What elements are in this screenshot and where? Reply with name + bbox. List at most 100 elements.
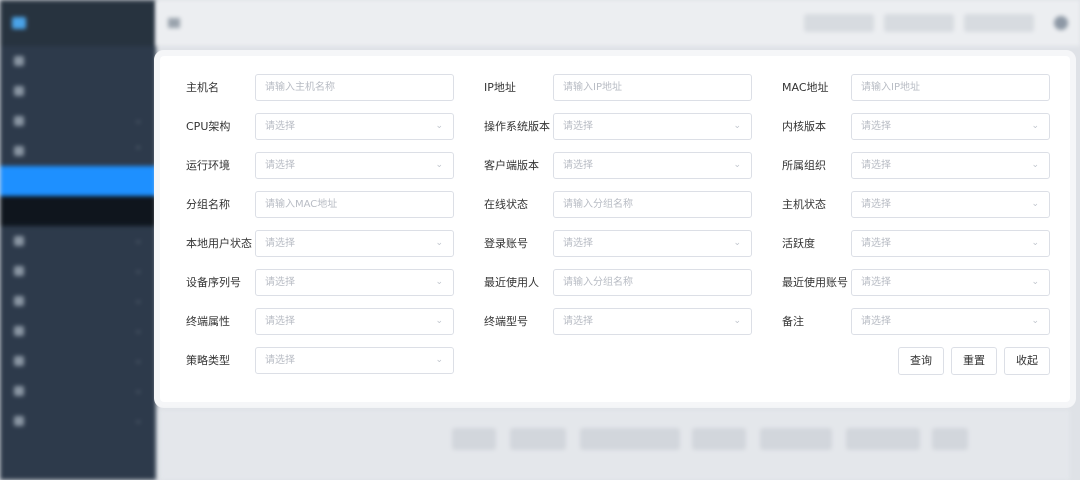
chevron-down-icon: ⌄ — [134, 386, 142, 396]
form-field: 内核版本 请选择 ⌄ — [782, 113, 1052, 141]
field-label: 备注 — [782, 315, 804, 328]
select-dropdown[interactable]: 请选择 ⌄ — [255, 152, 454, 179]
text-input[interactable]: 请输入IP地址 — [553, 74, 752, 101]
header-dropdown[interactable] — [884, 14, 954, 32]
select-dropdown[interactable]: 请选择 ⌄ — [553, 308, 752, 335]
field-label: MAC地址 — [782, 81, 829, 94]
form-field: 所属组织 请选择 ⌄ — [782, 152, 1052, 180]
header-dropdown[interactable] — [964, 14, 1034, 32]
placeholder-text: 请选择 — [861, 160, 891, 171]
sidebar-item[interactable]: ⌄ — [0, 376, 156, 406]
select-dropdown[interactable]: 请选择 ⌄ — [255, 308, 454, 335]
placeholder-text: 请选择 — [563, 316, 593, 327]
sidebar-item[interactable] — [0, 46, 156, 76]
header-dropdown[interactable] — [804, 14, 874, 32]
toolbar-button[interactable] — [932, 428, 968, 450]
sidebar-subitem[interactable] — [0, 196, 156, 226]
chevron-down-icon: ⌄ — [435, 238, 443, 248]
field-label: 最近使用人 — [484, 276, 539, 289]
sidebar-item[interactable]: ⌄ — [0, 256, 156, 286]
sidebar-item[interactable]: ⌄ — [0, 406, 156, 436]
table-toolbar — [160, 410, 1080, 480]
text-input[interactable]: 请输入主机名称 — [255, 74, 454, 101]
select-dropdown[interactable]: 请选择 ⌄ — [255, 113, 454, 140]
field-label: 终端属性 — [186, 315, 230, 328]
select-dropdown[interactable]: 请选择 ⌄ — [255, 269, 454, 296]
form-field: 主机状态 请选择 ⌄ — [782, 191, 1052, 219]
field-label: 设备序列号 — [186, 276, 241, 289]
sidebar-subitem-active[interactable] — [0, 166, 156, 196]
toolbar-button[interactable] — [760, 428, 832, 450]
toolbar-button[interactable] — [510, 428, 566, 450]
field-label: 本地用户状态 — [186, 237, 252, 250]
select-dropdown[interactable]: 请选择 ⌄ — [851, 269, 1050, 296]
chevron-down-icon: ⌄ — [435, 316, 443, 326]
sidebar-item[interactable]: ⌄ — [0, 106, 156, 136]
select-dropdown[interactable]: 请选择 ⌄ — [553, 230, 752, 257]
sidebar-item[interactable]: ⌄ — [0, 286, 156, 316]
chevron-down-icon: ⌄ — [435, 277, 443, 287]
field-label: 操作系统版本 — [484, 120, 550, 133]
placeholder-text: 请输入IP地址 — [563, 82, 622, 93]
text-input[interactable]: 请输入MAC地址 — [255, 191, 454, 218]
placeholder-text: 请选择 — [265, 277, 295, 288]
search-form-panel: 主机名 请输入主机名称 CPU架构 请选择 ⌄ 运行环境 请选择 ⌄ 分组名称 请输入MAC地址本… — [160, 56, 1070, 402]
select-dropdown[interactable]: 请选择 ⌄ — [553, 113, 752, 140]
select-dropdown[interactable]: 请选择 ⌄ — [255, 230, 454, 257]
select-dropdown[interactable]: 请选择 ⌄ — [851, 230, 1050, 257]
menu-item-icon — [14, 326, 24, 336]
placeholder-text: 请选择 — [861, 316, 891, 327]
chevron-down-icon: ⌄ — [134, 356, 142, 366]
reset-button[interactable]: 重置 — [951, 347, 997, 375]
menu-item-icon — [14, 296, 24, 306]
placeholder-text: 请选择 — [265, 316, 295, 327]
form-field: 设备序列号 请选择 ⌄ — [186, 269, 456, 297]
select-dropdown[interactable]: 请选择 ⌄ — [851, 113, 1050, 140]
form-field: 最近使用账号 请选择 ⌄ — [782, 269, 1052, 297]
form-field: 活跃度 请选择 ⌄ — [782, 230, 1052, 258]
chevron-down-icon: ⌄ — [134, 236, 142, 246]
form-field: 策略类型 请选择 ⌄ — [186, 347, 456, 375]
menu-toggle-icon[interactable] — [168, 18, 180, 28]
chevron-down-icon: ⌄ — [134, 266, 142, 276]
chevron-down-icon: ⌄ — [134, 296, 142, 306]
query-button[interactable]: 查询 — [898, 347, 944, 375]
text-input[interactable]: 请输入分组名称 — [553, 191, 752, 218]
sidebar: ⌄ ⌃ ⌄ ⌄ ⌄ ⌄ ⌄ ⌄ ⌄ — [0, 0, 156, 480]
sidebar-item[interactable]: ⌃ — [0, 136, 156, 166]
sidebar-item[interactable]: ⌄ — [0, 346, 156, 376]
chevron-down-icon: ⌄ — [733, 316, 741, 326]
text-input[interactable]: 请输入分组名称 — [553, 269, 752, 296]
toolbar-button[interactable] — [846, 428, 920, 450]
sidebar-item[interactable]: ⌄ — [0, 316, 156, 346]
form-field: 操作系统版本 请选择 ⌄ — [484, 113, 754, 141]
select-dropdown[interactable]: 请选择 ⌄ — [851, 308, 1050, 335]
field-label: 策略类型 — [186, 354, 230, 367]
toolbar-button[interactable] — [580, 428, 680, 450]
select-dropdown[interactable]: 请选择 ⌄ — [553, 152, 752, 179]
form-field: 终端型号 请选择 ⌄ — [484, 308, 754, 336]
toolbar-button[interactable] — [692, 428, 746, 450]
chevron-down-icon: ⌄ — [733, 238, 741, 248]
select-dropdown[interactable]: 请选择 ⌄ — [851, 152, 1050, 179]
field-label: 主机名 — [186, 81, 219, 94]
collapse-button[interactable]: 收起 — [1004, 347, 1050, 375]
field-label: 内核版本 — [782, 120, 826, 133]
menu-item-icon — [14, 416, 24, 426]
avatar[interactable] — [1054, 16, 1068, 30]
field-label: 客户端版本 — [484, 159, 539, 172]
select-dropdown[interactable]: 请选择 ⌄ — [255, 347, 454, 374]
chevron-down-icon: ⌄ — [134, 326, 142, 336]
form-field: 运行环境 请选择 ⌄ — [186, 152, 456, 180]
field-label: 分组名称 — [186, 198, 230, 211]
logo-icon — [12, 17, 26, 29]
placeholder-text: 请选择 — [265, 355, 295, 366]
select-dropdown[interactable]: 请选择 ⌄ — [851, 191, 1050, 218]
chevron-down-icon: ⌄ — [435, 355, 443, 365]
sidebar-item[interactable] — [0, 76, 156, 106]
sidebar-item[interactable]: ⌄ — [0, 226, 156, 256]
text-input[interactable]: 请输入IP地址 — [851, 74, 1050, 101]
form-field: 分组名称 请输入MAC地址 — [186, 191, 456, 219]
toolbar-button[interactable] — [452, 428, 496, 450]
field-label: 活跃度 — [782, 237, 815, 250]
